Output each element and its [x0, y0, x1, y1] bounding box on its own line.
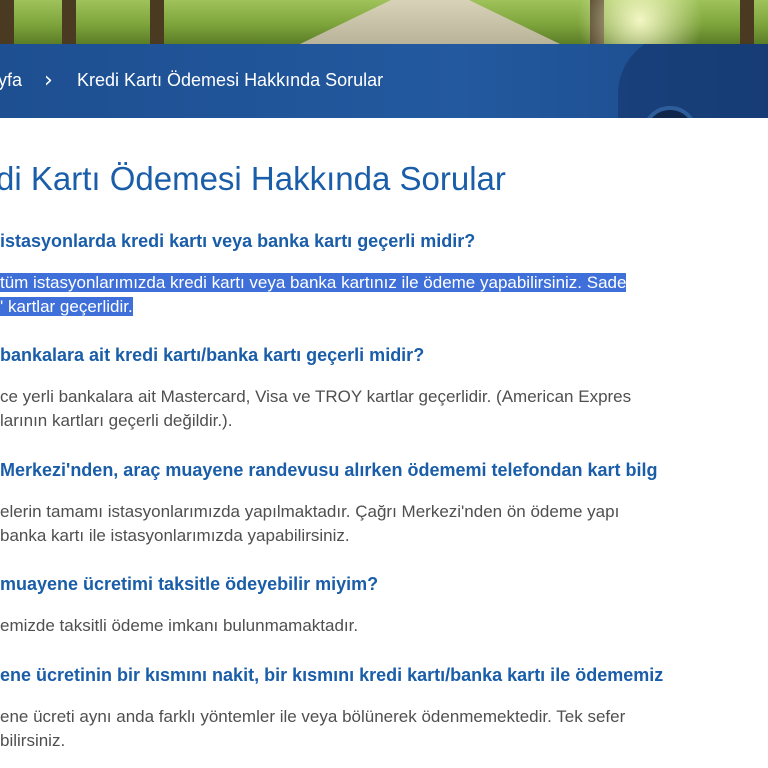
faq-question[interactable]: Merkezi'nden, araç muayene randevusu alı… — [0, 460, 658, 481]
faq-question[interactable]: istasyonlarda kredi kartı veya banka kar… — [0, 231, 475, 252]
faq-answer: ene ücreti aynı anda farklı yöntemler il… — [0, 705, 625, 753]
faq-answer-line: ene ücreti aynı anda farklı yöntemler il… — [0, 707, 626, 726]
breadcrumb-current: Kredi Kartı Ödemesi Hakkında Sorular — [77, 70, 384, 90]
faq-answer-line: emizde taksitli ödeme imkanı bulunmamakt… — [0, 616, 359, 635]
hero-tree — [150, 0, 164, 44]
faq-answer-line: ' kartlar geçerlidir. — [0, 297, 133, 316]
faq-answer-line: bilirsiniz. — [0, 731, 66, 750]
faq-answer-line: elerin tamamı istasyonlarımızda yapılmak… — [0, 502, 620, 521]
faq-question[interactable]: muayene ücretimi taksitle ödeyebilir miy… — [0, 574, 378, 595]
faq-answer-line: tüm istasyonlarımızda kredi kartı veya b… — [0, 273, 627, 292]
faq-answer: elerin tamamı istasyonlarımızda yapılmak… — [0, 500, 619, 548]
hero-sunlight — [560, 0, 720, 44]
faq-question[interactable]: ene ücretinin bir kısmını nakit, bir kıs… — [0, 665, 663, 686]
page-title: di Kartı Ödemesi Hakkında Sorular — [0, 160, 506, 197]
faq-answer: ce yerli bankalara ait Mastercard, Visa … — [0, 385, 631, 433]
faq-answer: emizde taksitli ödeme imkanı bulunmamakt… — [0, 614, 358, 638]
hero-tree — [62, 0, 76, 44]
breadcrumb-home-link[interactable]: yfa — [0, 70, 22, 91]
car-image — [618, 44, 768, 118]
faq-answer: tüm istasyonlarımızda kredi kartı veya b… — [0, 271, 627, 319]
hero-banner-image — [0, 0, 768, 44]
faq-answer-line: banka kartı ile istasyonlarımızda yapabi… — [0, 526, 350, 545]
faq-answer-line: ce yerli bankalara ait Mastercard, Visa … — [0, 387, 632, 406]
faq-answer-line: larının kartları geçerli değildir.). — [0, 411, 233, 430]
hero-road — [300, 0, 560, 44]
hero-tree — [740, 0, 754, 44]
breadcrumb: yfa › Kredi Kartı Ödemesi Hakkında Sorul… — [0, 44, 768, 118]
hero-tree — [0, 0, 14, 44]
chevron-right-icon: › — [44, 68, 53, 93]
faq-question[interactable]: bankalara ait kredi kartı/banka kartı ge… — [0, 345, 424, 366]
